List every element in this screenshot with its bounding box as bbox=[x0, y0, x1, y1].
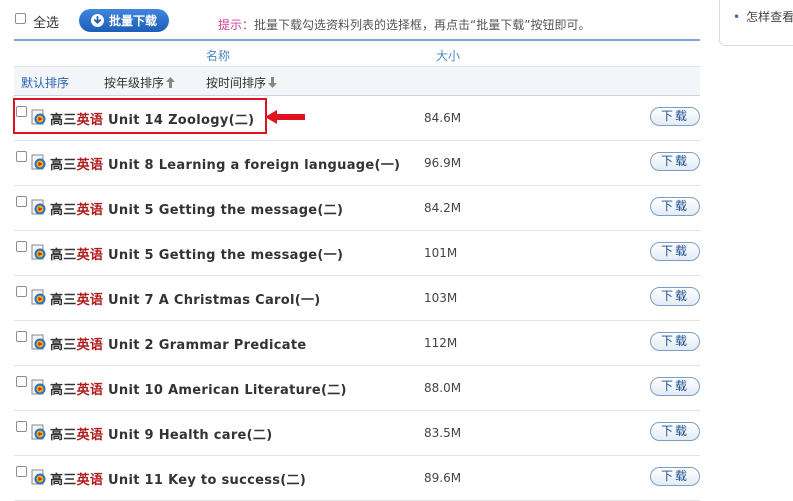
file-title-link[interactable]: 高三英语 Unit 5 Getting the message(一) bbox=[50, 244, 343, 263]
file-title-link[interactable]: 高三英语 Unit 8 Learning a foreign language(… bbox=[50, 154, 400, 173]
video-file-icon bbox=[31, 154, 47, 170]
file-title: Unit 9 Health care(二) bbox=[108, 428, 273, 443]
file-subject: 英语 bbox=[76, 338, 104, 353]
file-subject: 英语 bbox=[76, 203, 104, 218]
file-title: Unit 2 Grammar Predicate bbox=[108, 338, 307, 353]
file-title-link[interactable]: 高三英语 Unit 2 Grammar Predicate bbox=[50, 334, 307, 353]
sort-by-time-link[interactable]: 按时间排序 bbox=[206, 74, 278, 91]
sort-by-time-label: 按时间排序 bbox=[206, 76, 267, 90]
download-button[interactable]: 下载 bbox=[650, 197, 700, 216]
file-title: Unit 5 Getting the message(二) bbox=[108, 203, 344, 218]
row-checkbox[interactable] bbox=[16, 241, 27, 252]
bullet-icon: • bbox=[733, 10, 741, 24]
file-title: Unit 7 A Christmas Carol(一) bbox=[108, 293, 321, 308]
file-subject: 英语 bbox=[76, 473, 104, 488]
video-file-icon bbox=[31, 289, 47, 305]
select-all-checkbox[interactable] bbox=[15, 13, 26, 24]
file-size: 96.9M bbox=[424, 156, 462, 170]
table-row: 高三英语 Unit 7 A Christmas Carol(一) 103M 下载 bbox=[14, 276, 700, 321]
video-file-icon bbox=[31, 469, 47, 485]
download-button[interactable]: 下载 bbox=[650, 287, 700, 306]
row-checkbox[interactable] bbox=[16, 151, 27, 162]
download-button[interactable]: 下载 bbox=[650, 107, 700, 126]
batch-download-button[interactable]: 批量下载 bbox=[79, 9, 169, 32]
file-title: Unit 10 American Literature(二) bbox=[108, 383, 347, 398]
file-size: 103M bbox=[424, 291, 458, 305]
column-header-size: 大小 bbox=[436, 49, 461, 63]
row-checkbox[interactable] bbox=[16, 376, 27, 387]
red-arrow-icon bbox=[265, 110, 305, 124]
hint-label: 提示： bbox=[218, 18, 255, 32]
file-size: 84.6M bbox=[424, 111, 462, 125]
row-checkbox[interactable] bbox=[16, 331, 27, 342]
table-row: 高三英语 Unit 8 Learning a foreign language(… bbox=[14, 141, 700, 186]
file-size: 88.0M bbox=[424, 381, 462, 395]
select-all-label: 全选 bbox=[33, 16, 60, 31]
hint-body: 批量下载勾选资料列表的选择框，再点击“批量下载”按钮即可。 bbox=[254, 18, 591, 32]
arrow-down-icon bbox=[268, 77, 278, 91]
video-file-icon bbox=[31, 199, 47, 215]
download-button[interactable]: 下载 bbox=[650, 467, 700, 486]
header-divider bbox=[14, 39, 700, 41]
file-grade: 高三 bbox=[50, 158, 77, 173]
video-file-icon bbox=[31, 379, 47, 395]
table-row: 高三英语 Unit 2 Grammar Predicate 112M 下载 bbox=[14, 321, 700, 366]
row-checkbox[interactable] bbox=[16, 196, 27, 207]
file-subject: 英语 bbox=[76, 383, 104, 398]
video-file-icon bbox=[31, 244, 47, 260]
file-grade: 高三 bbox=[50, 338, 77, 353]
file-title-link[interactable]: 高三英语 Unit 7 A Christmas Carol(一) bbox=[50, 289, 321, 308]
sort-default-link[interactable]: 默认排序 bbox=[21, 74, 69, 91]
column-header-name: 名称 bbox=[206, 49, 231, 63]
highlight-annotation-box bbox=[13, 98, 267, 134]
file-title: Unit 8 Learning a foreign language(一) bbox=[108, 158, 401, 173]
file-grade: 高三 bbox=[50, 383, 77, 398]
file-grade: 高三 bbox=[50, 293, 77, 308]
file-title: Unit 11 Key to success(二) bbox=[108, 473, 307, 488]
file-title-link[interactable]: 高三英语 Unit 10 American Literature(二) bbox=[50, 379, 347, 398]
file-grade: 高三 bbox=[50, 473, 77, 488]
download-button[interactable]: 下载 bbox=[650, 332, 700, 351]
download-button[interactable]: 下载 bbox=[650, 242, 700, 261]
file-size: 112M bbox=[424, 336, 458, 350]
download-button[interactable]: 下载 bbox=[650, 152, 700, 171]
file-title: Unit 5 Getting the message(一) bbox=[108, 248, 344, 263]
row-checkbox[interactable] bbox=[16, 286, 27, 297]
file-title-link[interactable]: 高三英语 Unit 5 Getting the message(二) bbox=[50, 199, 343, 218]
file-subject: 英语 bbox=[76, 428, 104, 443]
hint-text: 提示：批量下载勾选资料列表的选择框，再点击“批量下载”按钮即可。 bbox=[218, 16, 590, 33]
help-link-label: 怎样查看 bbox=[746, 10, 793, 24]
file-title-link[interactable]: 高三英语 Unit 9 Health care(二) bbox=[50, 424, 272, 443]
download-button[interactable]: 下载 bbox=[650, 377, 700, 396]
help-link[interactable]: • 怎样查看 bbox=[733, 8, 793, 25]
file-subject: 英语 bbox=[76, 293, 104, 308]
sort-by-grade-label: 按年级排序 bbox=[104, 76, 165, 90]
table-row: 高三英语 Unit 10 American Literature(二) 88.0… bbox=[14, 366, 700, 411]
file-size: 89.6M bbox=[424, 471, 462, 485]
file-title-link[interactable]: 高三英语 Unit 11 Key to success(二) bbox=[50, 469, 306, 488]
file-grade: 高三 bbox=[50, 428, 77, 443]
row-checkbox[interactable] bbox=[16, 421, 27, 432]
file-subject: 英语 bbox=[76, 248, 104, 263]
download-button[interactable]: 下载 bbox=[650, 422, 700, 441]
file-grade: 高三 bbox=[50, 248, 77, 263]
table-row: 高三英语 Unit 5 Getting the message(一) 101M … bbox=[14, 231, 700, 276]
sort-by-grade-link[interactable]: 按年级排序 bbox=[104, 74, 176, 91]
file-size: 101M bbox=[424, 246, 458, 260]
download-arrow-icon bbox=[90, 14, 104, 27]
table-row: 高三英语 Unit 9 Health care(二) 83.5M 下载 bbox=[14, 411, 700, 456]
file-size: 83.5M bbox=[424, 426, 462, 440]
video-file-icon bbox=[31, 334, 47, 350]
file-grade: 高三 bbox=[50, 203, 77, 218]
row-checkbox[interactable] bbox=[16, 466, 27, 477]
video-file-icon bbox=[31, 424, 47, 440]
batch-download-label: 批量下载 bbox=[108, 14, 157, 28]
file-subject: 英语 bbox=[76, 158, 104, 173]
file-size: 84.2M bbox=[424, 201, 462, 215]
arrow-up-icon bbox=[166, 77, 176, 91]
table-row: 高三英语 Unit 11 Key to success(二) 89.6M 下载 bbox=[14, 456, 700, 501]
table-row: 高三英语 Unit 5 Getting the message(二) 84.2M… bbox=[14, 186, 700, 231]
